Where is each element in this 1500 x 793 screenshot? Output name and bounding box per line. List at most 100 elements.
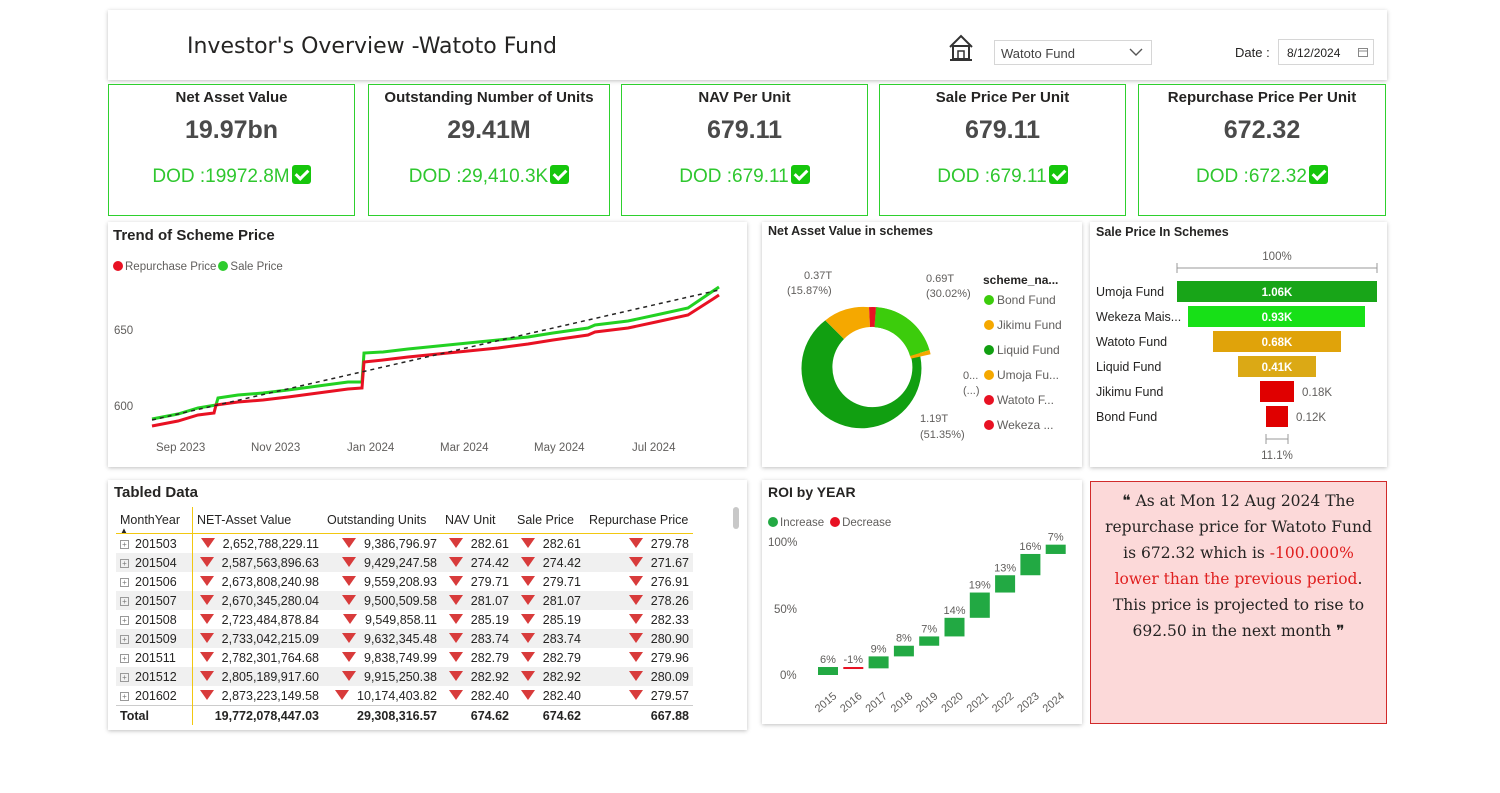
down-arrow-icon	[199, 689, 214, 700]
table-row[interactable]: +201504 2,587,563,896.63 9,429,247.58 274.4…	[116, 553, 693, 572]
donut-legend-item[interactable]: Wekeza ...	[997, 418, 1053, 432]
expand-icon[interactable]: +	[120, 539, 129, 549]
donut-legend-item[interactable]: Watoto F...	[997, 393, 1054, 407]
donut-label: 0.37T	[804, 270, 832, 282]
kpi-title: Net Asset Value	[175, 89, 288, 106]
table-cell: 2,670,345,280.04	[192, 591, 323, 610]
funnel-bar[interactable]	[1266, 406, 1288, 427]
donut-chart-panel: Net Asset Value in schemes 0.37T (15.87%…	[762, 222, 1082, 467]
roi-bar-2018[interactable]	[893, 645, 914, 657]
table-row[interactable]: +201512 2,805,189,917.60 9,915,250.38 282.9…	[116, 667, 693, 686]
y-tick: 100%	[768, 537, 797, 549]
roi-bar-2023[interactable]	[1020, 553, 1041, 576]
table-cell: 282.79	[513, 648, 585, 667]
funnel-bar-label: 1.06K	[1262, 287, 1293, 299]
table-row[interactable]: +201506 2,673,808,240.98 9,559,208.93 279.7…	[116, 572, 693, 591]
funnel-row-label: Watoto Fund	[1096, 335, 1167, 349]
down-arrow-icon	[448, 689, 463, 700]
roi-x-tick: 2018	[889, 690, 915, 715]
funnel-bar-label: 0.12K	[1296, 412, 1326, 424]
table-row[interactable]: +201508 2,723,484,878.84 9,549,858.11 285.1…	[116, 610, 693, 629]
fund-select-dropdown[interactable]: Watoto Fund	[994, 40, 1152, 65]
table-cell: 9,838,749.99	[323, 648, 441, 667]
roi-bar-2020[interactable]	[944, 617, 965, 637]
donut-legend-item[interactable]: Liquid Fund	[997, 343, 1060, 357]
col-header-monthyear[interactable]: MonthYear ▲	[116, 507, 193, 535]
col-header-units[interactable]: Outstanding Units	[323, 507, 441, 534]
expand-icon[interactable]: +	[120, 691, 129, 701]
table-row[interactable]: +201511 2,782,301,764.68 9,838,749.99 282.7…	[116, 648, 693, 667]
table-row[interactable]: +201602 2,873,223,149.58 10,174,403.82 282.…	[116, 686, 693, 706]
col-header-sale[interactable]: Sale Price	[513, 507, 585, 534]
funnel-bottom-pct: 11.1%	[1261, 450, 1293, 462]
fund-select-value: Watoto Fund	[1001, 46, 1075, 61]
down-arrow-icon	[448, 594, 463, 605]
down-arrow-icon	[628, 670, 643, 681]
y-tick: 600	[114, 401, 133, 413]
expand-icon[interactable]: +	[120, 558, 129, 568]
table-row[interactable]: +201507 2,670,345,280.04 9,500,509.58 281.0…	[116, 591, 693, 610]
table-row[interactable]: +201509 2,733,042,215.09 9,632,345.48 283.7…	[116, 629, 693, 648]
roi-bar-2021[interactable]	[969, 592, 990, 618]
check-icon	[1048, 165, 1068, 184]
down-arrow-icon	[448, 556, 463, 567]
expand-icon[interactable]: +	[120, 634, 129, 644]
check-icon	[550, 165, 570, 184]
funnel-row-label: Jikimu Fund	[1096, 385, 1163, 399]
table-cell: 279.78	[585, 534, 693, 554]
roi-data-label: 6%	[820, 654, 836, 666]
donut-legend-item[interactable]: Jikimu Fund	[997, 318, 1062, 332]
roi-bar-2016[interactable]	[843, 667, 864, 670]
kpi-dod: DOD :19972.8M	[152, 166, 290, 187]
roi-waterfall-plot[interactable]: 100% 50% 0% 6% 2015 -1% 2016 9% 2017 8% 2018 7% 2…	[762, 480, 1082, 724]
cell-monthyear: +201508	[116, 610, 193, 629]
calendar-icon[interactable]	[1358, 47, 1368, 57]
trend-line	[151, 289, 720, 421]
home-icon[interactable]	[946, 32, 976, 62]
trend-plot[interactable]: 650 600 Sep 2023 Nov 2023 Jan 2024 Mar 2…	[108, 222, 747, 467]
down-arrow-icon	[448, 651, 463, 662]
expand-icon[interactable]: +	[120, 596, 129, 606]
expand-icon[interactable]: +	[120, 615, 129, 625]
col-header-navunit[interactable]: NAV Unit	[441, 507, 513, 534]
data-table: MonthYear ▲ NET-Asset Value Outstanding U…	[116, 507, 693, 725]
donut-legend-item[interactable]: Bond Fund	[997, 293, 1056, 307]
funnel-chart-panel: Sale Price In Schemes 100% Umoja Fund 1.…	[1090, 222, 1387, 467]
down-arrow-icon	[342, 594, 356, 605]
col-header-nav[interactable]: NET-Asset Value	[192, 507, 323, 534]
donut-plot[interactable]: 0.37T (15.87%) 0.69T (30.02%) 0... (...)…	[762, 222, 1082, 467]
table-cell: 282.33	[585, 610, 693, 629]
expand-icon[interactable]: +	[120, 672, 129, 682]
expand-icon[interactable]: +	[120, 653, 129, 663]
donut-legend-item[interactable]: Umoja Fu...	[997, 368, 1059, 382]
table-title: Tabled Data	[114, 484, 198, 501]
date-picker[interactable]: 8/12/2024	[1278, 39, 1374, 65]
table-cell: 280.90	[585, 629, 693, 648]
table-row[interactable]: +201503 2,652,788,229.11 9,386,796.97 282.6…	[116, 533, 693, 554]
cell-total-label: Total	[116, 705, 193, 725]
table-cell: 2,782,301,764.68	[193, 648, 324, 667]
table-cell: 282.92	[441, 667, 513, 686]
roi-bar-2022[interactable]	[995, 575, 1016, 593]
trend-chart-panel: Trend of Scheme Price Repurchase Price Sa…	[108, 222, 747, 467]
table-cell: 9,632,345.48	[323, 629, 441, 648]
roi-bar-2024[interactable]	[1045, 544, 1066, 554]
kpi-card-net-asset-value: Net Asset Value 19.97bn DOD :19972.8M	[108, 84, 355, 216]
total-cell: 674.62	[441, 705, 513, 725]
down-arrow-icon	[448, 613, 463, 624]
roi-bar-2015[interactable]	[818, 667, 838, 675]
kpi-card-nav-per-unit: NAV Per Unit 679.11 DOD :679.11	[621, 84, 868, 216]
roi-x-tick: 2019	[914, 690, 940, 715]
roi-bar-2017[interactable]	[868, 656, 889, 669]
funnel-plot[interactable]: 100% Umoja Fund 1.06K Wekeza Mais... 0.9…	[1090, 222, 1387, 467]
col-header-repurchase[interactable]: Repurchase Price	[585, 507, 693, 534]
table-cell: 278.26	[585, 591, 693, 610]
funnel-bar[interactable]	[1260, 381, 1294, 402]
slice-bond-main[interactable]	[874, 307, 930, 356]
table-scrollbar[interactable]	[733, 507, 739, 529]
table-cell: 279.71	[513, 572, 585, 591]
roi-data-label: 7%	[921, 623, 937, 635]
table-cell: 282.79	[441, 648, 513, 667]
expand-icon[interactable]: +	[120, 577, 129, 587]
roi-bar-2019[interactable]	[919, 636, 940, 646]
